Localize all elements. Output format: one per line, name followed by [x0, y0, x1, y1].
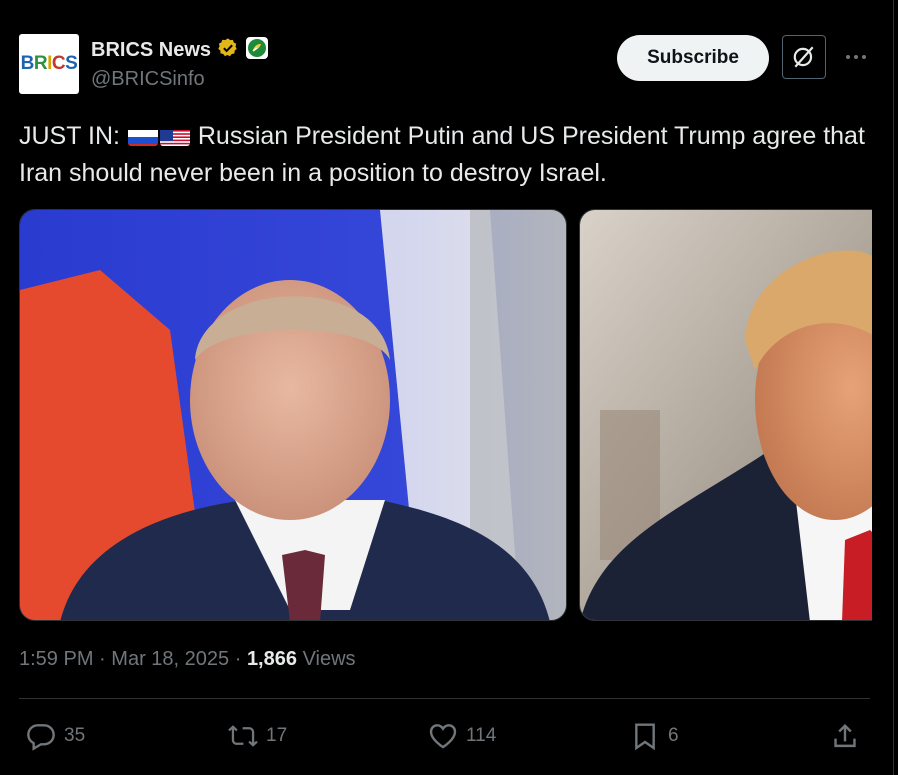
handle[interactable]: @BRICSinfo: [91, 68, 205, 91]
reply-icon: [27, 724, 55, 751]
tweet-time[interactable]: 1:59 PM: [19, 648, 93, 670]
meta-separator: ·: [234, 648, 242, 670]
share-button[interactable]: [829, 716, 861, 756]
tweet-prefix: JUST IN:: [19, 122, 120, 150]
grok-button[interactable]: [782, 35, 826, 79]
tweet-header: BRICS BRICS News @BRICSinfo Subscribe: [19, 34, 879, 96]
reply-count: 35: [64, 725, 86, 746]
meta-separator: ·: [99, 648, 106, 670]
divider: [19, 698, 870, 699]
flag-russia-icon: [127, 125, 158, 146]
heart-icon: [429, 724, 457, 749]
grok-icon: [793, 46, 814, 68]
media-carousel: [19, 209, 872, 621]
repost-count: 17: [266, 725, 288, 746]
share-icon: [834, 724, 856, 748]
tweet-text: JUST IN: Russian President Putin and US …: [19, 118, 879, 192]
subscribe-button[interactable]: Subscribe: [617, 35, 769, 81]
views-label: Views: [302, 648, 356, 670]
brics-logo: BRICS: [20, 53, 78, 74]
bookmark-icon: [635, 723, 655, 751]
like-button[interactable]: 114: [427, 716, 496, 756]
more-button[interactable]: [841, 42, 871, 72]
views-count: 1,866: [246, 648, 297, 670]
avatar[interactable]: BRICS: [19, 34, 79, 94]
bookmark-count: 6: [668, 725, 679, 746]
tweet-date[interactable]: Mar 18, 2025: [111, 648, 229, 670]
tweet-meta: 1:59 PM · Mar 18, 2025 · 1,866 Views: [19, 648, 356, 671]
column-border: [893, 0, 894, 775]
bookmark-button[interactable]: 6: [629, 716, 679, 756]
action-bar: 35 17 114 6: [19, 716, 870, 756]
more-dots-icon: [846, 55, 866, 59]
photo-putin[interactable]: [19, 209, 567, 621]
photo-trump[interactable]: [579, 209, 872, 621]
flag-usa-icon: [159, 125, 190, 146]
gold-verified-badge-icon[interactable]: [217, 37, 239, 64]
like-count: 114: [466, 725, 497, 746]
reply-button[interactable]: 35: [25, 716, 85, 756]
repost-icon: [228, 725, 258, 747]
green-affiliate-badge-icon[interactable]: [245, 36, 269, 65]
display-name[interactable]: BRICS News: [91, 39, 211, 62]
name-row: BRICS News: [91, 36, 269, 65]
repost-button[interactable]: 17: [227, 716, 287, 756]
